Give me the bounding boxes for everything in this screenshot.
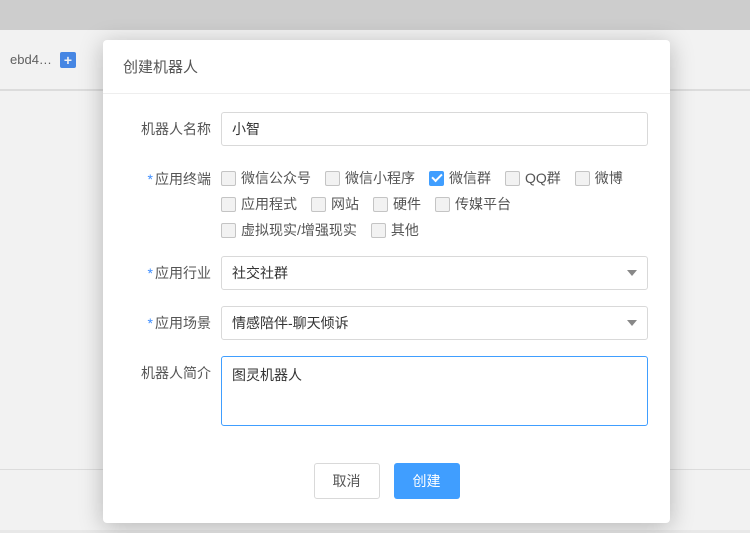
scenario-select[interactable]: 情感陪伴-聊天倾诉 — [221, 306, 648, 340]
label-scenario: *应用场景 — [125, 306, 211, 340]
terminal-option-label: 微信小程序 — [345, 168, 415, 188]
terminal-option[interactable]: 传媒平台 — [435, 194, 511, 214]
cancel-button[interactable]: 取消 — [314, 463, 380, 499]
terminal-option-label: 应用程式 — [241, 194, 297, 214]
checkbox-icon — [221, 223, 236, 238]
terminal-option[interactable]: 微信群 — [429, 168, 491, 188]
modal-title: 创建机器人 — [103, 40, 670, 94]
terminal-option[interactable]: 微博 — [575, 168, 623, 188]
row-terminals: *应用终端 微信公众号 微信小程序 微信群 QQ群 微博应用程式 网站 硬件 传媒平台虚拟现实… — [125, 162, 648, 240]
create-button[interactable]: 创建 — [394, 463, 460, 499]
terminal-checkbox-group: 微信公众号 微信小程序 微信群 QQ群 微博应用程式 网站 硬件 传媒平台虚拟现实/增强现实 其… — [221, 162, 648, 240]
terminal-option[interactable]: QQ群 — [505, 168, 561, 188]
robot-name-input[interactable] — [221, 112, 648, 146]
terminal-option-label: 传媒平台 — [455, 194, 511, 214]
checkbox-icon — [505, 171, 520, 186]
terminal-option[interactable]: 微信小程序 — [325, 168, 415, 188]
terminal-option[interactable]: 应用程式 — [221, 194, 297, 214]
robot-intro-textarea[interactable] — [221, 356, 648, 426]
checkbox-icon — [373, 197, 388, 212]
industry-value: 社交社群 — [232, 263, 288, 283]
checkbox-icon — [429, 171, 444, 186]
chevron-down-icon — [627, 320, 637, 326]
checkbox-icon — [575, 171, 590, 186]
modal-footer: 取消 创建 — [103, 445, 670, 523]
terminal-option-label: 其他 — [391, 220, 419, 240]
terminal-option-label: 微博 — [595, 168, 623, 188]
terminal-option-label: QQ群 — [525, 168, 561, 188]
row-industry: *应用行业 社交社群 — [125, 256, 648, 290]
terminal-option[interactable]: 微信公众号 — [221, 168, 311, 188]
terminal-option-label: 网站 — [331, 194, 359, 214]
terminal-option[interactable]: 硬件 — [373, 194, 421, 214]
terminal-option-label: 微信群 — [449, 168, 491, 188]
label-terminals: *应用终端 — [125, 162, 211, 240]
terminal-option-label: 虚拟现实/增强现实 — [241, 220, 357, 240]
modal-body: 机器人名称 *应用终端 微信公众号 微信小程序 微信群 QQ群 微博应用程式 网站 硬件 传媒… — [103, 94, 670, 429]
checkbox-icon — [221, 171, 236, 186]
chevron-down-icon — [627, 270, 637, 276]
label-industry: *应用行业 — [125, 256, 211, 290]
checkbox-icon — [371, 223, 386, 238]
industry-select[interactable]: 社交社群 — [221, 256, 648, 290]
terminal-option[interactable]: 虚拟现实/增强现实 — [221, 220, 357, 240]
label-intro: 机器人简介 — [125, 356, 211, 429]
checkbox-icon — [311, 197, 326, 212]
terminal-option[interactable]: 其他 — [371, 220, 419, 240]
checkbox-icon — [325, 171, 340, 186]
row-scenario: *应用场景 情感陪伴-聊天倾诉 — [125, 306, 648, 340]
checkbox-icon — [221, 197, 236, 212]
create-robot-modal: 创建机器人 机器人名称 *应用终端 微信公众号 微信小程序 微信群 QQ群 微博应用程式… — [103, 40, 670, 523]
checkbox-icon — [435, 197, 450, 212]
terminal-option-label: 硬件 — [393, 194, 421, 214]
row-intro: 机器人简介 — [125, 356, 648, 429]
terminal-option[interactable]: 网站 — [311, 194, 359, 214]
label-name: 机器人名称 — [125, 112, 211, 146]
row-name: 机器人名称 — [125, 112, 648, 146]
scenario-value: 情感陪伴-聊天倾诉 — [232, 313, 349, 333]
terminal-option-label: 微信公众号 — [241, 168, 311, 188]
